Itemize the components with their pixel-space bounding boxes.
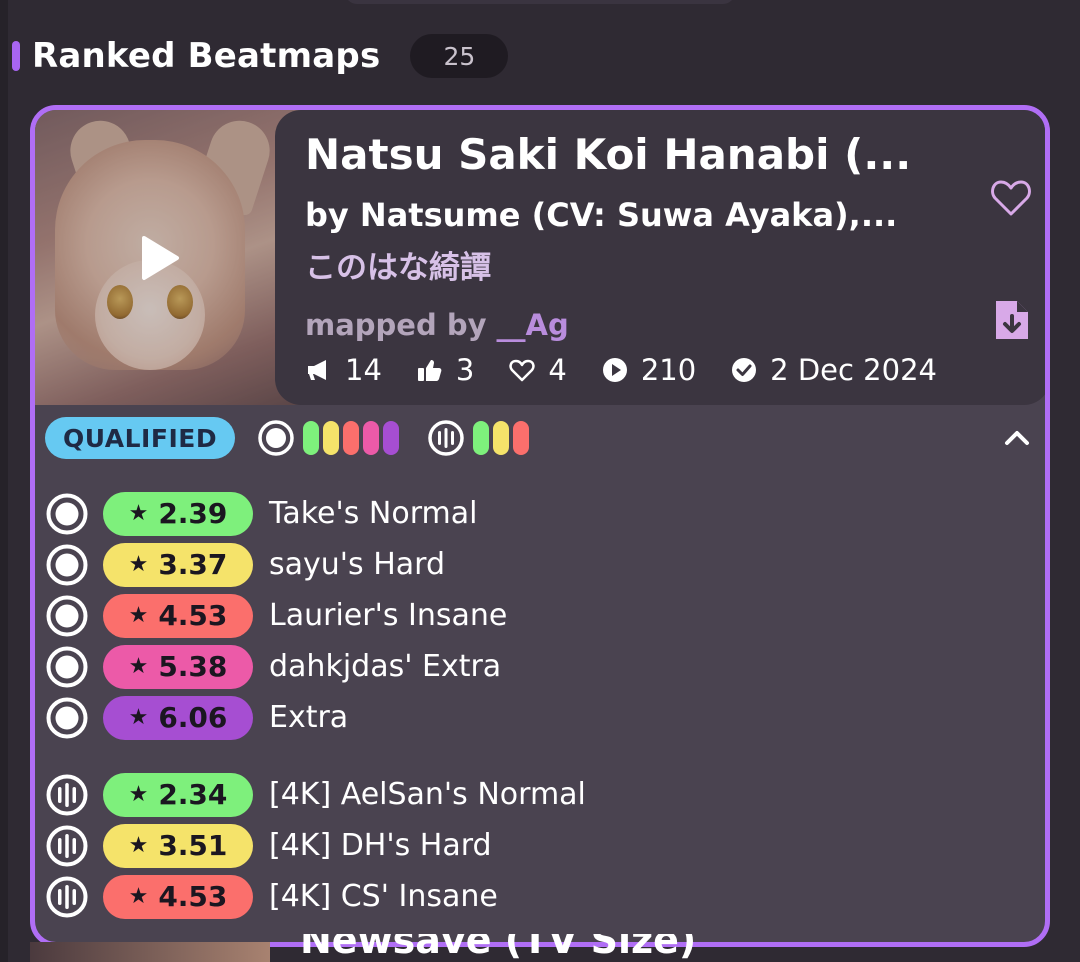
difficulty-name: Take's Normal	[269, 496, 478, 531]
difficulty-name: [4K] AelSan's Normal	[269, 777, 586, 812]
star-rating-pill: ★ 6.06	[103, 695, 253, 740]
star-rating-pill: ★ 2.39	[103, 491, 253, 536]
mapper-link[interactable]: __Ag	[497, 308, 569, 342]
top-tab-handle[interactable]	[345, 0, 735, 4]
osu-mode-icon	[46, 544, 88, 585]
mode-summary-osu	[257, 419, 403, 457]
beatmap-stats: 14 3 4 210 2 Dec 2024	[305, 350, 937, 390]
next-beatmap-cover[interactable]	[30, 942, 270, 962]
section-accent-bar	[12, 41, 20, 71]
osu-mode-icon	[258, 420, 294, 456]
download-button[interactable]	[993, 298, 1031, 342]
star-icon: ★	[128, 884, 149, 909]
star-icon: ★	[128, 603, 149, 628]
thumbs-up-icon	[416, 356, 444, 384]
difficulty-row[interactable]: ★ 4.53 [4K] CS' Insane	[45, 871, 1045, 922]
difficulty-row[interactable]: ★ 3.51 [4K] DH's Hard	[45, 820, 1045, 871]
star-icon: ★	[128, 552, 149, 577]
star-icon: ★	[128, 833, 149, 858]
difficulty-pip	[493, 421, 510, 455]
difficulty-row[interactable]: ★ 4.53 Laurier's Insane	[45, 590, 1045, 641]
collapse-button[interactable]	[999, 420, 1035, 456]
star-rating-pill: ★ 4.53	[103, 593, 253, 638]
beatmap-info: Natsu Saki Koi Hanabi (... by Natsume (C…	[275, 110, 1045, 405]
status-row: QUALIFIED	[45, 416, 1045, 460]
difficulty-row[interactable]: ★ 6.06 Extra	[45, 692, 1045, 743]
stat-plays: 210	[601, 353, 696, 387]
difficulty-name: Extra	[269, 700, 349, 735]
star-rating-pill: ★ 3.37	[103, 542, 253, 587]
mania-mode-icon	[46, 876, 88, 917]
star-rating-pill: ★ 2.34	[103, 772, 253, 817]
osu-mode-icon	[46, 493, 88, 534]
favourite-button[interactable]	[989, 176, 1033, 220]
difficulty-row[interactable]: ★ 5.38 dahkjdas' Extra	[45, 641, 1045, 692]
star-icon: ★	[128, 501, 149, 526]
section-header: Ranked Beatmaps 25	[12, 34, 509, 78]
section-count-badge: 25	[410, 34, 509, 78]
difficulty-name: [4K] CS' Insane	[269, 879, 498, 914]
beatmap-source[interactable]: このはな綺譚	[305, 242, 905, 287]
mania-mode-icon	[46, 825, 88, 866]
stat-ranked-date: 2 Dec 2024	[730, 353, 937, 387]
chevron-up-icon	[1005, 431, 1029, 445]
next-beatmap-title[interactable]: Newsave (TV Size)	[300, 934, 696, 962]
osu-mode-icon	[46, 595, 88, 636]
difficulty-pip	[473, 421, 490, 455]
star-rating-pill: ★ 4.53	[103, 874, 253, 919]
osu-mode-icon	[46, 697, 88, 738]
page-edge	[0, 0, 8, 962]
star-rating-pill: ★ 3.51	[103, 823, 253, 868]
difficulty-pip	[343, 421, 360, 455]
heart-outline-icon	[508, 356, 536, 384]
beatmap-artist[interactable]: by Natsume (CV: Suwa Ayaka),...	[305, 196, 935, 234]
play-icon	[142, 236, 179, 280]
mode-summary-mania	[427, 419, 533, 457]
difficulty-row[interactable]: ★ 2.34 [4K] AelSan's Normal	[45, 769, 1045, 820]
beatmap-card[interactable]: Natsu Saki Koi Hanabi (... by Natsume (C…	[30, 105, 1050, 947]
mania-mode-icon	[46, 774, 88, 815]
megaphone-icon	[305, 356, 333, 384]
mapper-line: mapped by __Ag	[305, 308, 569, 342]
status-badge: QUALIFIED	[45, 417, 236, 459]
star-icon: ★	[128, 654, 149, 679]
play-circle-icon	[601, 356, 629, 384]
mapped-by-label: mapped by	[305, 308, 487, 342]
difficulty-name: [4K] DH's Hard	[269, 828, 492, 863]
difficulty-pip	[323, 421, 340, 455]
mania-mode-icon	[428, 420, 464, 456]
osu-mode-icon	[46, 646, 88, 687]
star-rating-pill: ★ 5.38	[103, 644, 253, 689]
section-title: Ranked Beatmaps	[32, 36, 381, 76]
check-circle-icon	[730, 356, 758, 384]
difficulty-name: Laurier's Insane	[269, 598, 508, 633]
heart-outline-icon	[991, 180, 1031, 216]
card-header: Natsu Saki Koi Hanabi (... by Natsume (C…	[35, 110, 1045, 405]
difficulty-name: sayu's Hard	[269, 547, 445, 582]
stat-favourites: 4	[508, 353, 567, 387]
cover-image[interactable]	[35, 110, 305, 405]
difficulty-list: ★ 2.39 Take's Normal ★ 3.37 sayu's Hard ★ 4…	[45, 488, 1045, 922]
difficulty-row[interactable]: ★ 2.39 Take's Normal	[45, 488, 1045, 539]
difficulty-name: dahkjdas' Extra	[269, 649, 502, 684]
difficulty-pip	[513, 421, 530, 455]
stat-likes: 3	[416, 353, 474, 387]
difficulty-pip	[363, 421, 380, 455]
file-download-icon	[996, 301, 1028, 339]
play-preview-button[interactable]	[135, 230, 185, 286]
star-icon: ★	[128, 705, 149, 730]
star-icon: ★	[128, 782, 149, 807]
difficulty-row[interactable]: ★ 3.37 sayu's Hard	[45, 539, 1045, 590]
difficulty-pip	[383, 421, 400, 455]
beatmap-title[interactable]: Natsu Saki Koi Hanabi (...	[305, 130, 935, 179]
stat-comments: 14	[305, 353, 382, 387]
difficulty-pip	[303, 421, 320, 455]
